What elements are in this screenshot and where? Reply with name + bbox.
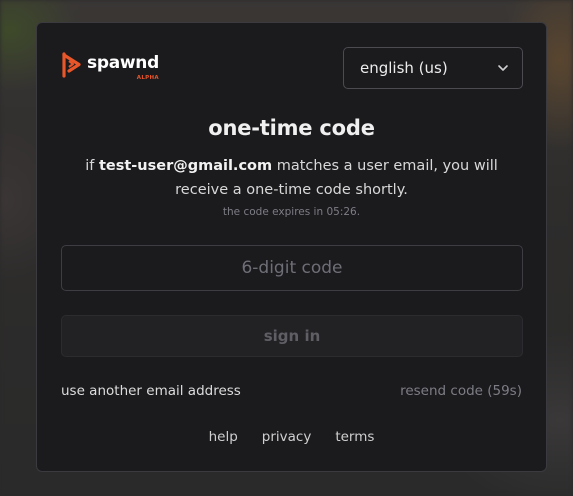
- spawnd-logo-icon: [62, 52, 81, 78]
- page-title: one-time code: [208, 116, 375, 140]
- brand-logo[interactable]: spawnd ALPHA: [61, 52, 159, 81]
- use-another-email-link[interactable]: use another email address: [61, 383, 241, 399]
- sign-in-button[interactable]: sign in: [61, 315, 523, 357]
- user-email: test-user@gmail.com: [98, 158, 273, 174]
- auth-card: spawnd ALPHA english (us) one-time code …: [36, 22, 547, 472]
- chevron-down-icon: [498, 65, 508, 71]
- footer-links: help privacy terms: [37, 429, 546, 445]
- code-input[interactable]: [61, 245, 523, 291]
- brand-name: spawnd ALPHA: [87, 54, 159, 81]
- language-select[interactable]: english (us): [343, 47, 523, 89]
- resend-code-link[interactable]: resend code (59s): [400, 383, 522, 399]
- privacy-link[interactable]: privacy: [262, 429, 312, 445]
- alpha-badge: ALPHA: [136, 74, 159, 81]
- code-expiry-text: the code expires in 05:26.: [222, 206, 361, 218]
- help-link[interactable]: help: [209, 429, 238, 445]
- code-sent-message: if test-user@gmail.com matches a user em…: [85, 158, 498, 198]
- language-select-value: english (us): [360, 59, 448, 77]
- terms-link[interactable]: terms: [335, 429, 374, 445]
